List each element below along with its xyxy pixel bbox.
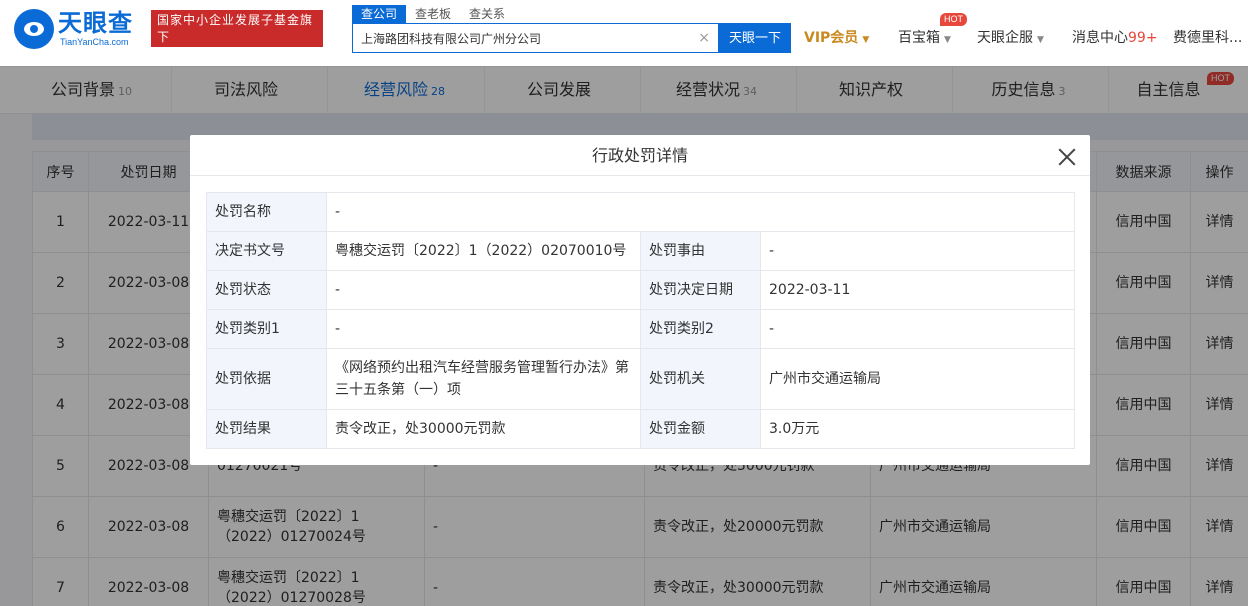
- field-label: 处罚名称: [206, 192, 327, 232]
- detail-row: 处罚结果 责令改正，处30000元罚款 处罚金额 3.0万元: [206, 409, 1076, 449]
- field-label: 处罚金额: [640, 409, 761, 449]
- field-value: -: [325, 192, 1076, 232]
- search-tab-boss[interactable]: 查老板: [406, 5, 460, 23]
- search-box: ×: [352, 23, 719, 53]
- vip-label: VIP会员: [804, 30, 859, 46]
- field-label: 处罚机关: [640, 348, 761, 410]
- penalty-detail-modal: 行政处罚详情 处罚名称 - 决定书文号 粤穗交运罚〔2022〕1（2022）02…: [190, 135, 1090, 465]
- detail-row: 处罚名称 -: [206, 192, 1076, 232]
- caret-down-icon: ▼: [1037, 35, 1044, 45]
- message-center-link[interactable]: 消息中心99+: [1072, 28, 1158, 48]
- field-value: -: [759, 231, 1076, 271]
- field-label: 决定书文号: [206, 231, 327, 271]
- field-value: -: [326, 270, 641, 310]
- field-label: 处罚决定日期: [640, 270, 761, 310]
- detail-row: 处罚类别1 - 处罚类别2 -: [206, 309, 1076, 349]
- qiye-label: 天眼企服: [977, 30, 1033, 46]
- vip-member-link[interactable]: VIP会员 ▼: [804, 28, 869, 50]
- field-value: 责令改正，处30000元罚款: [326, 409, 641, 449]
- field-value: -: [326, 309, 641, 349]
- message-count: 99+: [1128, 30, 1158, 46]
- messages-label: 消息中心: [1072, 30, 1128, 46]
- field-value: 广州市交通运输局: [759, 348, 1076, 410]
- field-label: 处罚依据: [206, 348, 327, 410]
- clear-icon[interactable]: ×: [698, 30, 710, 46]
- field-value: -: [759, 309, 1076, 349]
- search-input[interactable]: [353, 24, 693, 52]
- modal-title: 行政处罚详情: [190, 135, 1090, 176]
- baibaoxiang-label: 百宝箱: [898, 30, 940, 46]
- top-header: 天眼查 TianYanCha.com 国家中小企业发展子基金旗下 官方备案企业征…: [0, 0, 1248, 66]
- search-button[interactable]: 天眼一下: [719, 23, 791, 53]
- field-label: 处罚事由: [640, 231, 761, 271]
- caret-down-icon: ▼: [862, 35, 870, 45]
- detail-row: 处罚依据 《网络预约出租汽车经营服务管理暂行办法》第三十五条第（一）项 处罚机关…: [206, 348, 1076, 410]
- field-value: 3.0万元: [759, 409, 1076, 449]
- close-icon[interactable]: [1058, 147, 1076, 165]
- baibaoxiang-menu[interactable]: 百宝箱 ▼: [898, 28, 951, 50]
- field-value: 粤穗交运罚〔2022〕1（2022）02070010号: [326, 231, 641, 271]
- field-label: 处罚状态: [206, 270, 327, 310]
- penalty-detail-table: 处罚名称 - 决定书文号 粤穗交运罚〔2022〕1（2022）02070010号…: [206, 192, 1076, 449]
- field-value: 《网络预约出租汽车经营服务管理暂行办法》第三十五条第（一）项: [326, 348, 641, 410]
- badge-line-1: 国家中小企业发展子基金旗下: [157, 13, 314, 44]
- field-label: 处罚类别2: [640, 309, 761, 349]
- eye-logo-icon: [14, 9, 54, 49]
- official-badge: 国家中小企业发展子基金旗下 官方备案企业征信机构: [151, 10, 323, 61]
- user-menu[interactable]: 费德里科...: [1173, 28, 1242, 48]
- search-tab-company[interactable]: 查公司: [352, 5, 407, 23]
- logo-text: 天眼查: [58, 9, 133, 37]
- logo-subtext: TianYanCha.com: [60, 37, 129, 47]
- field-label: 处罚结果: [206, 409, 327, 449]
- search-type-tabs: 查公司 查老板 查关系: [352, 5, 514, 23]
- user-name: 费德里科...: [1173, 30, 1243, 46]
- qiye-service-menu[interactable]: 天眼企服 ▼: [977, 28, 1044, 50]
- badge-line-2: 官方备案企业征信机构: [157, 47, 288, 61]
- detail-row: 决定书文号 粤穗交运罚〔2022〕1（2022）02070010号 处罚事由 -: [206, 231, 1076, 271]
- field-value: 2022-03-11: [759, 270, 1076, 310]
- field-label: 处罚类别1: [206, 309, 327, 349]
- detail-row: 处罚状态 - 处罚决定日期 2022-03-11: [206, 270, 1076, 310]
- tianyancha-logo[interactable]: 天眼查 TianYanCha.com: [14, 9, 144, 49]
- hot-badge: HOT: [940, 13, 967, 26]
- search-tab-relation[interactable]: 查关系: [460, 5, 514, 23]
- caret-down-icon: ▼: [944, 35, 951, 45]
